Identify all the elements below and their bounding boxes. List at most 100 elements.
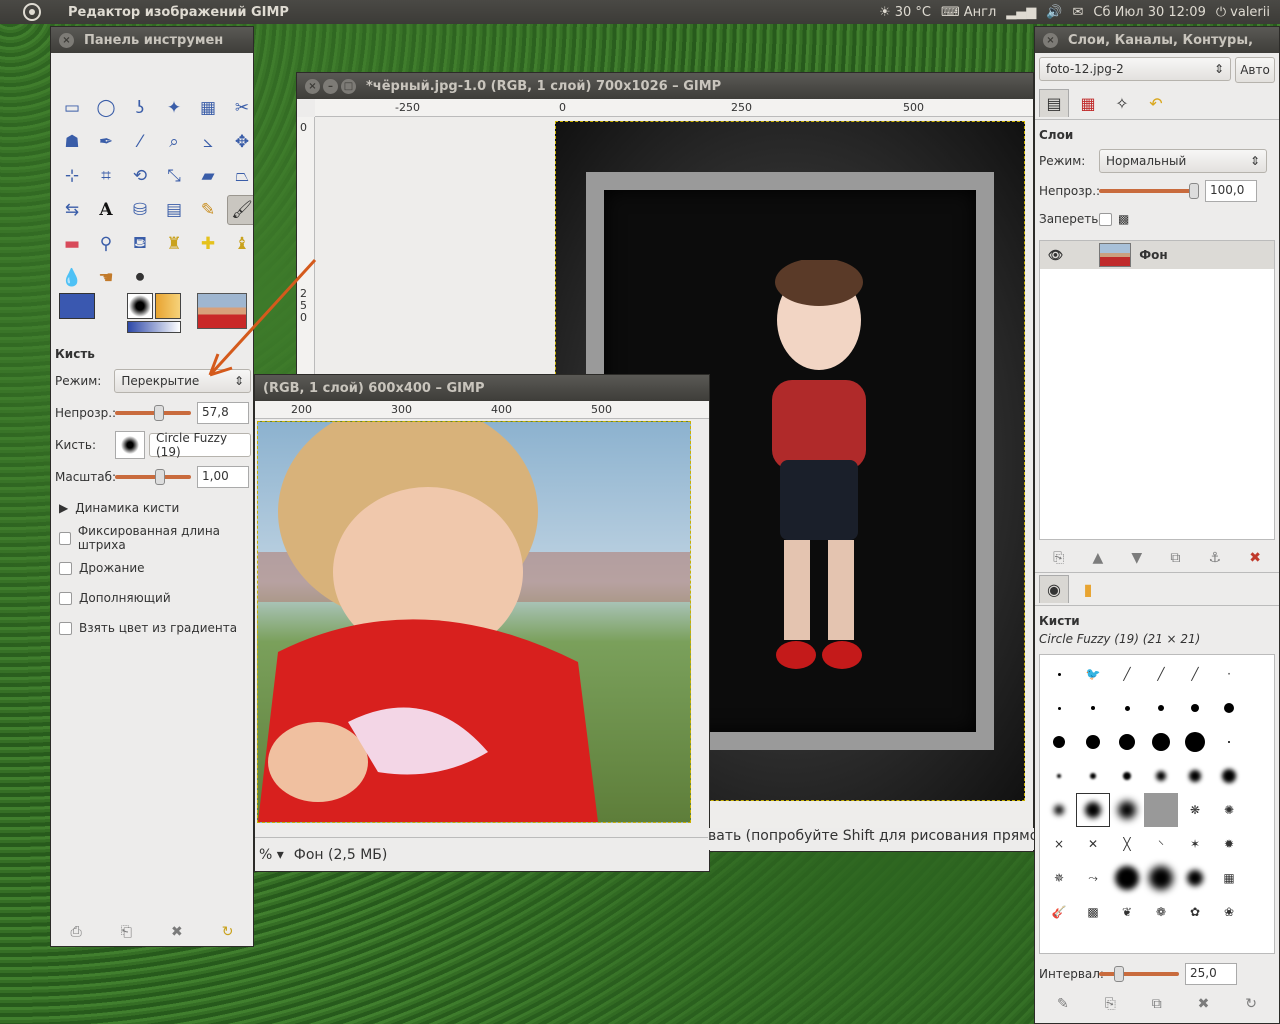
incremental-checkbox[interactable]: Дополняющий bbox=[55, 583, 251, 613]
anchor-layer-icon[interactable]: ⚓ bbox=[1208, 550, 1221, 566]
move-icon[interactable]: ✥ bbox=[227, 127, 253, 157]
brush-cell[interactable] bbox=[1212, 725, 1246, 759]
rotate-icon[interactable]: ⟲ bbox=[125, 161, 155, 191]
lower-layer-icon[interactable]: ▼ bbox=[1131, 550, 1142, 566]
brush-cell[interactable]: ╳ bbox=[1110, 827, 1144, 861]
ubuntu-logo-icon[interactable] bbox=[20, 0, 44, 24]
restore-options-icon[interactable]: ⎗ bbox=[121, 924, 132, 940]
scale-spinbox[interactable]: 1,00 bbox=[197, 466, 249, 488]
opacity-slider[interactable] bbox=[115, 405, 191, 421]
blend-icon[interactable]: ▤ bbox=[159, 195, 189, 225]
brush-cell[interactable] bbox=[1110, 861, 1144, 895]
brush-cell[interactable] bbox=[1110, 793, 1144, 827]
brush-cell[interactable] bbox=[1144, 793, 1178, 827]
maximize-icon[interactable]: □ bbox=[341, 78, 356, 94]
keyboard-indicator[interactable]: ⌨ Англ bbox=[941, 5, 996, 20]
eraser-icon[interactable]: ▬ bbox=[57, 229, 87, 259]
lock-pixels-checkbox[interactable] bbox=[1099, 204, 1112, 234]
align-icon[interactable]: ⊹ bbox=[57, 161, 87, 191]
perspective-icon[interactable]: ⏢ bbox=[227, 161, 253, 191]
duplicate-brush-icon[interactable]: ⧉ bbox=[1152, 996, 1162, 1012]
shear-icon[interactable]: ▰ bbox=[193, 161, 223, 191]
text-icon[interactable]: A bbox=[91, 195, 121, 225]
foreground-select-icon[interactable]: ☗ bbox=[57, 127, 87, 157]
brush-cell[interactable]: ❀ bbox=[1212, 895, 1246, 929]
brush-cell[interactable]: ✿ bbox=[1178, 895, 1212, 929]
ellipse-select-icon[interactable]: ◯ bbox=[91, 93, 121, 123]
brush-cell[interactable] bbox=[1212, 759, 1246, 793]
brush-cell[interactable] bbox=[1076, 759, 1110, 793]
layer-opacity-slider[interactable] bbox=[1099, 183, 1199, 199]
scale-slider[interactable] bbox=[115, 469, 191, 485]
brush-cell[interactable]: ❦ bbox=[1110, 895, 1144, 929]
horizontal-ruler[interactable]: -250 0 250 500 bbox=[315, 99, 1033, 117]
new-brush-icon[interactable]: ⎘ bbox=[1105, 996, 1116, 1012]
auto-button[interactable]: Авто bbox=[1235, 57, 1275, 83]
fixed-stroke-checkbox[interactable]: Фиксированная длина штриха bbox=[55, 523, 251, 553]
delete-options-icon[interactable]: ✖ bbox=[171, 924, 183, 940]
interval-slider[interactable] bbox=[1099, 966, 1179, 982]
eye-icon[interactable]: 👁 bbox=[1048, 248, 1063, 262]
color-picker-icon[interactable]: ⁄ bbox=[125, 127, 155, 157]
delete-brush-icon[interactable]: ✖ bbox=[1198, 996, 1210, 1012]
brush-cell[interactable]: ✶ bbox=[1178, 827, 1212, 861]
brush-cell[interactable] bbox=[1212, 691, 1246, 725]
color-from-gradient-checkbox[interactable]: Взять цвет из градиента bbox=[55, 613, 251, 643]
edit-brush-icon[interactable]: ✎ bbox=[1057, 996, 1069, 1012]
brush-cell[interactable]: 🐦 bbox=[1076, 657, 1110, 691]
mail-icon[interactable]: ✉ bbox=[1072, 5, 1083, 20]
opacity-spinbox[interactable]: 57,8 bbox=[197, 402, 249, 424]
photo-window-titlebar[interactable]: (RGB, 1 слой) 600x400 – GIMP bbox=[255, 375, 709, 401]
brush-cell[interactable]: ⸌ bbox=[1144, 827, 1178, 861]
scale-icon[interactable]: ⤡ bbox=[159, 161, 189, 191]
network-icon[interactable]: ▂▄▆ bbox=[1006, 5, 1036, 20]
brush-indicator[interactable] bbox=[127, 293, 153, 319]
user-menu[interactable]: ⏻ valerii bbox=[1216, 5, 1270, 20]
brush-cell[interactable]: ▦ bbox=[1212, 861, 1246, 895]
gradient-indicator[interactable] bbox=[127, 321, 181, 333]
save-options-icon[interactable]: ⎙ bbox=[71, 924, 82, 940]
layer-row[interactable]: 👁 Фон bbox=[1040, 241, 1274, 269]
black-window-titlebar[interactable]: × – □ *чёрный.jpg-1.0 (RGB, 1 слой) 700x10… bbox=[297, 73, 1033, 99]
brush-cell[interactable]: ✵ bbox=[1042, 861, 1076, 895]
new-layer-icon[interactable]: ⎘ bbox=[1053, 550, 1064, 566]
refresh-brushes-icon[interactable]: ↻ bbox=[1245, 996, 1257, 1012]
brush-cell[interactable] bbox=[1042, 657, 1076, 691]
brush-name-field[interactable]: Circle Fuzzy (19) bbox=[149, 431, 251, 459]
weather-indicator[interactable]: ☀ 30 °C bbox=[879, 5, 931, 20]
clone-icon[interactable]: ♜ bbox=[159, 229, 189, 259]
brush-cell[interactable]: 🎸 bbox=[1042, 895, 1076, 929]
jitter-checkbox[interactable]: Дрожание bbox=[55, 553, 251, 583]
pattern-indicator[interactable] bbox=[155, 293, 181, 319]
brush-cell[interactable] bbox=[1144, 691, 1178, 725]
brush-cell[interactable]: ⤳ bbox=[1076, 861, 1110, 895]
tab-paths-icon[interactable]: ✧ bbox=[1107, 89, 1137, 117]
paintbrush-icon[interactable]: 🖌 bbox=[227, 195, 253, 225]
brush-cell[interactable] bbox=[1110, 691, 1144, 725]
bucket-fill-icon[interactable]: ⛁ bbox=[125, 195, 155, 225]
brush-cell[interactable] bbox=[1042, 725, 1076, 759]
tab-gradients-icon[interactable]: ▮ bbox=[1073, 575, 1103, 603]
rect-select-icon[interactable]: ▭ bbox=[57, 93, 87, 123]
opacity-slider-knob[interactable] bbox=[153, 405, 164, 421]
volume-icon[interactable]: 🔊 bbox=[1046, 5, 1062, 20]
clock[interactable]: Сб Июл 30 12:09 bbox=[1093, 5, 1205, 20]
brush-cell[interactable] bbox=[1178, 861, 1212, 895]
fuzzy-select-icon[interactable]: ✦ bbox=[159, 93, 189, 123]
delete-layer-icon[interactable]: ✖ bbox=[1249, 550, 1261, 566]
brush-cell[interactable]: ╱ bbox=[1178, 657, 1212, 691]
close-icon[interactable]: × bbox=[305, 78, 320, 94]
brush-cell[interactable] bbox=[1076, 691, 1110, 725]
foreground-color[interactable] bbox=[59, 293, 95, 319]
brush-cell[interactable] bbox=[1110, 725, 1144, 759]
brush-cell[interactable] bbox=[1042, 691, 1076, 725]
duplicate-layer-icon[interactable]: ⧉ bbox=[1170, 550, 1180, 566]
brush-cell[interactable] bbox=[1042, 793, 1076, 827]
brush-cell[interactable]: ╱ bbox=[1144, 657, 1178, 691]
select-by-color-icon[interactable]: ▦ bbox=[193, 93, 223, 123]
brush-cell[interactable] bbox=[1076, 725, 1110, 759]
brush-cell[interactable]: ❁ bbox=[1144, 895, 1178, 929]
measure-icon[interactable]: ⦣ bbox=[193, 127, 223, 157]
photo-canvas[interactable] bbox=[257, 402, 691, 823]
brush-cell[interactable] bbox=[1144, 725, 1178, 759]
